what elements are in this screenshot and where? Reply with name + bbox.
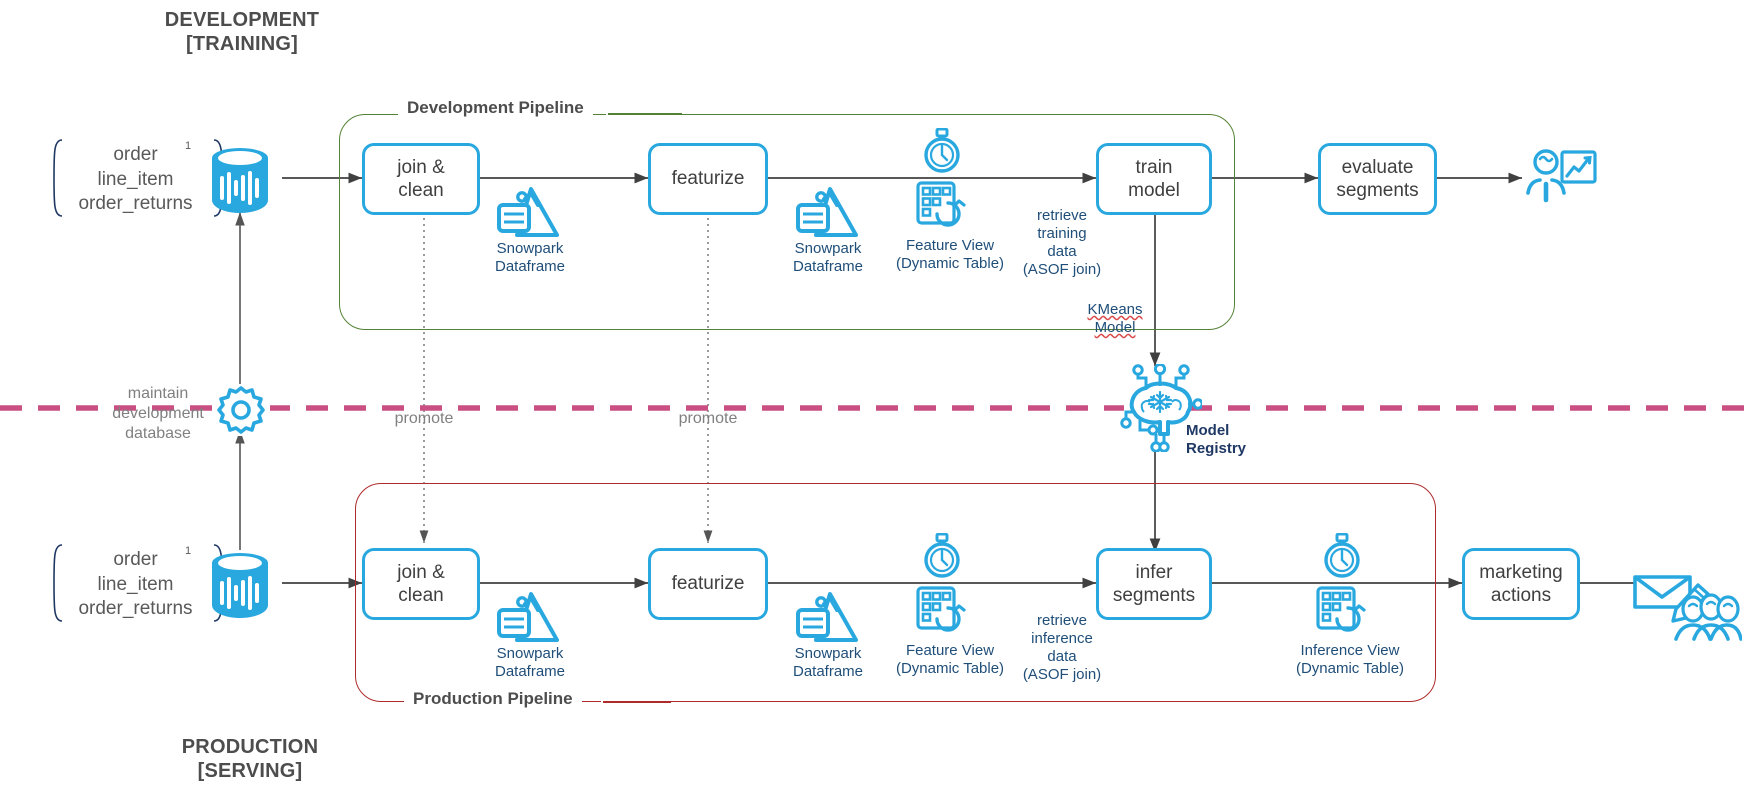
dev-source-footnote: 1 — [185, 140, 192, 152]
dev-step-featurize[interactable]: featurize — [648, 143, 768, 215]
production-section-title: PRODUCTION [SERVING] — [181, 736, 319, 783]
prod-artifact-label-2: Feature View (Dynamic Table) — [895, 642, 1005, 677]
database-cylinder-icon — [208, 549, 272, 619]
database-cylinder-icon — [208, 144, 272, 214]
prod-artifact-label-0: Snowpark Dataframe — [494, 645, 566, 680]
prod-step-infer-segments[interactable]: infer segments — [1096, 548, 1212, 620]
gear-icon — [216, 385, 266, 435]
snowpark-dataframe-icon — [794, 588, 858, 646]
snowpark-dataframe-icon — [495, 183, 559, 241]
email-audience-icon — [1632, 573, 1742, 643]
dev-artifact-label-2: Feature View (Dynamic Table) — [895, 237, 1005, 272]
prod-step-join-clean[interactable]: join & clean — [362, 548, 480, 620]
model-registry-label: Model Registry — [1186, 422, 1247, 457]
maintain-database-label: maintain development database — [112, 385, 204, 442]
feature-view-icon — [915, 180, 969, 230]
analyst-presentation-icon — [1526, 148, 1598, 210]
feature-view-icon — [915, 585, 969, 635]
development-section-title: DEVELOPMENT [TRAINING] — [164, 9, 320, 56]
frame-label-stub-prod — [603, 701, 671, 703]
prod-artifact-label-1: Snowpark Dataframe — [792, 645, 864, 680]
development-pipeline-label: Development Pipeline — [398, 98, 593, 118]
prod-source-footnote: 1 — [185, 545, 192, 557]
stopwatch-icon — [920, 128, 964, 174]
frame-label-stub-dev — [608, 113, 682, 115]
dev-step-train-model[interactable]: train model — [1096, 143, 1212, 215]
snowpark-dataframe-icon — [495, 588, 559, 646]
production-pipeline-label: Production Pipeline — [404, 689, 582, 709]
prod-step-marketing-actions[interactable]: marketing actions — [1462, 548, 1580, 620]
dev-retrieve-label: retrieve training data (ASOF join) — [1022, 207, 1102, 278]
snowpark-dataframe-icon — [794, 183, 858, 241]
frame-label-mask-prod — [601, 694, 671, 712]
kmeans-model-text: KMeans Model — [1087, 301, 1143, 336]
dev-source-tables: order line_item order_returns — [78, 144, 193, 215]
prod-step-featurize[interactable]: featurize — [648, 548, 768, 620]
dev-artifact-label-0: Snowpark Dataframe — [494, 240, 566, 275]
inference-view-icon — [1315, 585, 1369, 635]
prod-retrieve-label: retrieve inference data (ASOF join) — [1022, 612, 1102, 683]
kmeans-model-label: KMeans Model — [1080, 283, 1150, 337]
prod-artifact-label-3: Inference View (Dynamic Table) — [1295, 642, 1405, 677]
stopwatch-icon — [920, 533, 964, 579]
dev-step-join-clean[interactable]: join & clean — [362, 143, 480, 215]
dev-artifact-label-1: Snowpark Dataframe — [792, 240, 864, 275]
promote-label-1: promote — [394, 410, 454, 427]
diagram-canvas: Development Pipeline Production Pipeline… — [0, 0, 1749, 792]
prod-source-tables: order line_item order_returns — [78, 549, 193, 620]
promote-label-2: promote — [678, 410, 738, 427]
stopwatch-icon — [1320, 533, 1364, 579]
dev-step-evaluate-segments[interactable]: evaluate segments — [1318, 143, 1437, 215]
